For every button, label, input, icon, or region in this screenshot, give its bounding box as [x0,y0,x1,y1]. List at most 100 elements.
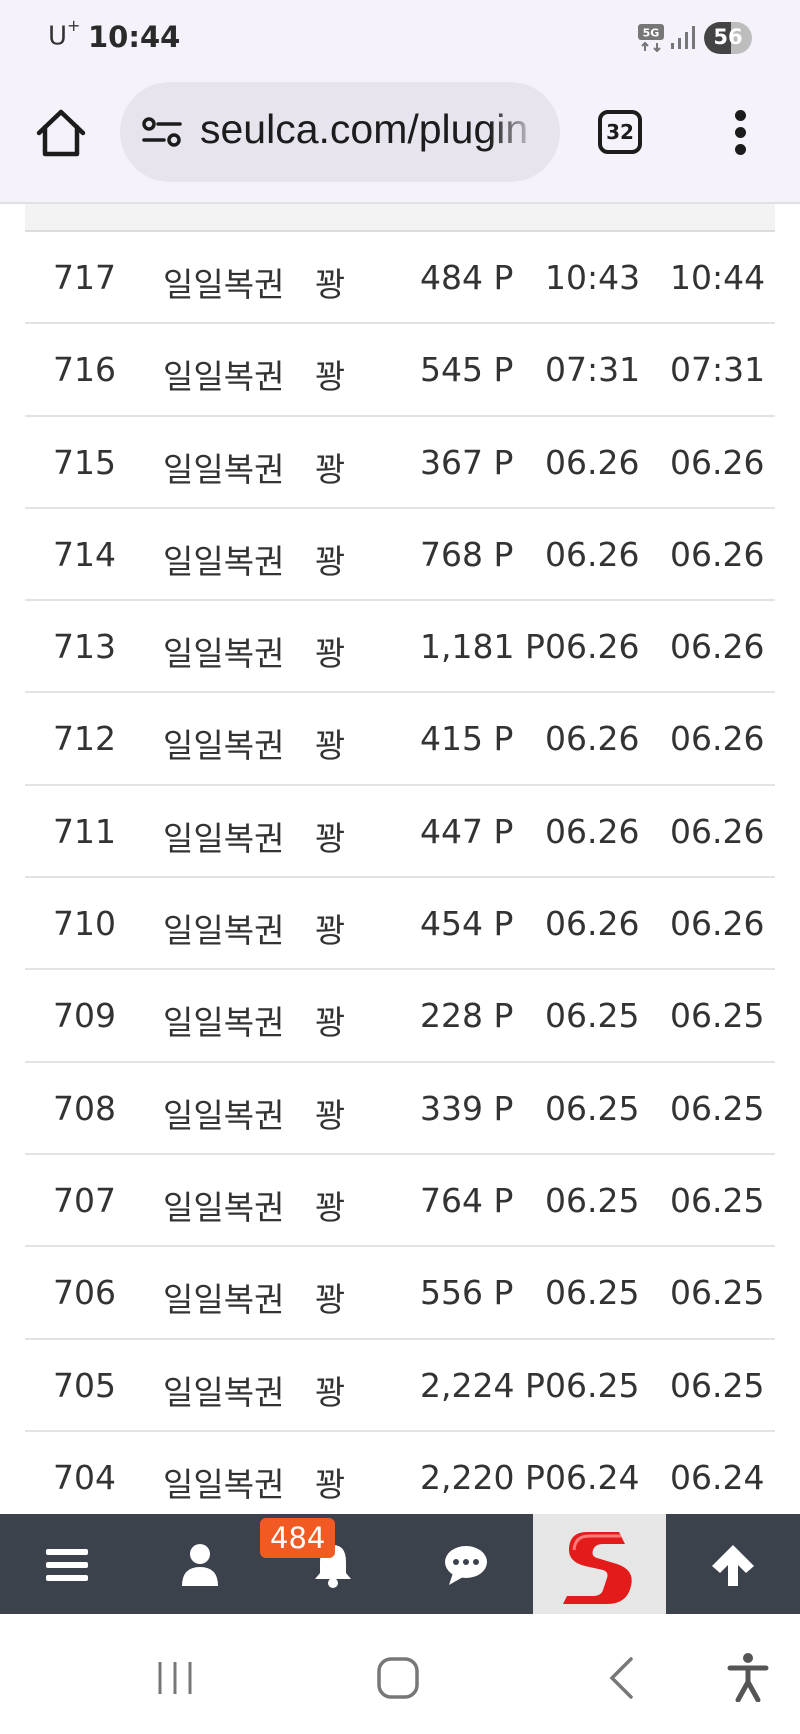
row-date-start: 06.25 [545,1273,640,1313]
row-result: 꽝 [315,911,346,951]
row-name: 일일복권 [163,1095,285,1135]
row-points: 764 P [420,1180,514,1220]
site-logo[interactable] [557,1524,641,1608]
row-points: 339 P [420,1088,514,1128]
row-name: 일일복권 [163,726,285,766]
row-date-start: 07:31 [545,350,641,390]
row-date-start: 06.25 [545,996,640,1036]
row-number: 705 [53,1365,116,1405]
row-number: 710 [53,904,116,944]
recents-icon[interactable] [155,1658,195,1698]
row-name: 일일복권 [163,634,285,674]
row-result: 꽝 [315,357,346,397]
row-date-end: 06.25 [670,1180,765,1220]
row-number: 716 [53,350,116,390]
row-date-end: 06.25 [670,1365,765,1405]
row-number: 713 [53,627,116,667]
back-icon[interactable] [606,1656,636,1700]
row-name: 일일복권 [163,1464,285,1504]
row-name: 일일복권 [163,818,285,858]
table-row: 713 일일복권 꽝 1,181 P 06.26 06.26 [25,601,775,694]
row-points: 484 P [420,258,514,297]
row-number: 715 [53,442,116,482]
row-number: 704 [53,1457,116,1497]
row-name: 일일복권 [163,1187,285,1227]
notification-badge: 484 [260,1518,336,1558]
menu-icon[interactable] [44,1542,90,1588]
row-date-start: 06.26 [545,811,640,851]
home-icon[interactable] [34,106,88,160]
row-date-end: 10:44 [670,258,766,297]
table-row: 708 일일복권 꽝 339 P 06.25 06.25 [25,1063,775,1155]
more-menu-icon[interactable] [728,110,752,156]
arrow-up-icon[interactable] [710,1542,756,1588]
table-row: 709 일일복권 꽝 228 P 06.25 06.25 [25,970,775,1063]
row-result: 꽝 [315,726,346,766]
row-date-start: 06.26 [545,904,640,944]
tab-switcher-button[interactable]: 32 [598,110,642,154]
table-row: 716 일일복권 꽝 545 P 07:31 07:31 [25,324,775,417]
row-date-end: 06.26 [670,627,765,667]
row-result: 꽝 [315,1095,346,1135]
home-nav-icon[interactable] [376,1656,420,1700]
row-name: 일일복권 [163,449,285,489]
row-name: 일일복권 [163,541,285,581]
row-name: 일일복권 [163,1372,285,1412]
row-name: 일일복권 [163,357,285,397]
row-date-start: 10:43 [545,258,641,297]
row-number: 708 [53,1088,116,1128]
scroll-top-button[interactable] [666,1514,799,1614]
row-points: 2,224 P [420,1365,545,1405]
row-date-end: 06.26 [670,811,765,851]
url-text[interactable]: seulca.com/plugin [200,106,540,162]
row-date-start: 06.24 [545,1457,640,1497]
row-date-end: 06.25 [670,1088,765,1128]
row-number: 707 [53,1180,116,1220]
row-date-start: 06.26 [545,534,640,574]
row-points: 2,220 P [420,1457,545,1497]
address-bar[interactable]: seulca.com/plugin [120,82,560,182]
chat-button[interactable] [399,1514,532,1614]
table-row: 706 일일복권 꽝 556 P 06.25 06.25 [25,1247,775,1340]
battery-percent: 56 [713,25,743,49]
table-row: 705 일일복권 꽝 2,224 P 06.25 06.25 [25,1340,775,1432]
table-row: 712 일일복권 꽝 415 P 06.26 06.26 [25,693,775,786]
row-date-end: 06.25 [670,996,765,1036]
profile-button[interactable] [133,1514,266,1614]
user-icon[interactable] [177,1542,223,1588]
table-row: 715 일일복권 꽝 367 P 06.26 06.26 [25,417,775,509]
battery-indicator: 56 [704,22,752,54]
row-result: 꽝 [315,1003,346,1043]
row-date-start: 06.26 [545,442,640,482]
row-points: 228 P [420,996,514,1036]
row-points: 447 P [420,811,514,851]
row-date-start: 06.25 [545,1365,640,1405]
row-number: 717 [53,258,116,297]
row-result: 꽝 [315,634,346,674]
row-number: 709 [53,996,116,1036]
row-result: 꽝 [315,541,346,581]
table-body: 717 일일복권 꽝 484 P 10:43 10:44 716 일일복권 꽝 545 P 07:3… [25,232,775,1514]
row-points: 556 P [420,1273,514,1313]
table-row: 711 일일복권 꽝 447 P 06.26 06.26 [25,786,775,879]
row-date-start: 06.26 [545,627,640,667]
row-date-end: 06.24 [670,1457,765,1497]
site-bottom-nav [0,1514,800,1614]
site-settings-icon[interactable] [142,116,182,148]
svg-text:5G: 5G [643,27,660,40]
site-logo-button[interactable] [533,1514,666,1614]
menu-button[interactable] [0,1514,133,1614]
row-points: 454 P [420,904,514,944]
accessibility-icon[interactable] [726,1652,770,1702]
row-result: 꽝 [315,818,346,858]
row-name: 일일복권 [163,911,285,951]
row-points: 367 P [420,442,514,482]
chat-icon[interactable] [443,1542,489,1588]
network-5g-icon: 5G [638,24,664,52]
row-date-end: 07:31 [670,350,766,390]
status-time: 10:44 [88,20,181,54]
table-row: 714 일일복권 꽝 768 P 06.26 06.26 [25,509,775,602]
row-date-start: 06.26 [545,719,640,759]
row-result: 꽝 [315,1187,346,1227]
row-points: 415 P [420,719,514,759]
